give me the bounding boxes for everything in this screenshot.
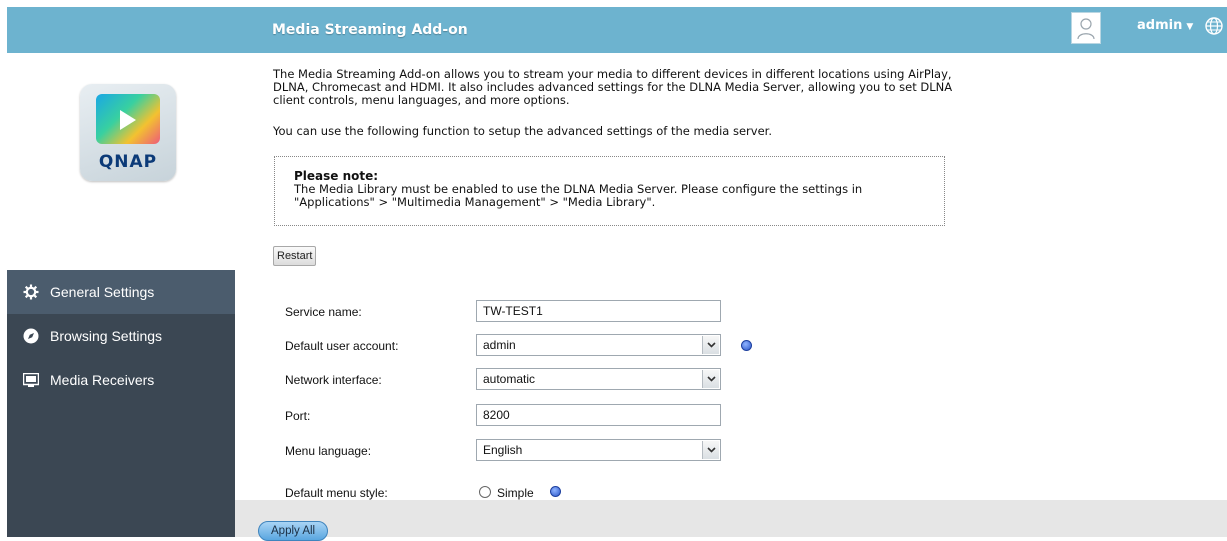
intro-setup-text: You can use the following function to se… [273, 124, 772, 138]
port-input[interactable]: 8200 [476, 404, 721, 426]
service-name-input[interactable]: TW-TEST1 [476, 300, 721, 322]
default-user-account-label: Default user account: [285, 339, 399, 353]
gear-icon [22, 283, 40, 301]
sidebar-item-browsing-settings[interactable]: Browsing Settings [7, 314, 235, 358]
app-logo: QNAP [80, 84, 176, 181]
chevron-down-icon[interactable] [702, 370, 719, 388]
network-interface-label: Network interface: [285, 373, 382, 387]
service-name-label: Service name: [285, 305, 362, 319]
note-box: Please note: The Media Library must be e… [274, 156, 945, 226]
general-settings-form: Service name: TW-TEST1 Default user acco… [235, 270, 1227, 500]
info-icon[interactable] [550, 486, 561, 497]
restart-button[interactable]: Restart [273, 246, 317, 266]
logo-brand-text: QNAP [98, 152, 158, 172]
menu-language-select[interactable]: English [476, 439, 721, 461]
default-user-account-select[interactable]: admin [476, 334, 721, 356]
apply-all-button[interactable]: Apply All [258, 521, 329, 541]
top-bar: Media Streaming Add-on admin ▼ [7, 7, 1227, 53]
network-interface-select[interactable]: automatic [476, 368, 721, 390]
chevron-down-icon[interactable] [702, 336, 719, 354]
sidebar-item-media-receivers[interactable]: Media Receivers [7, 358, 235, 402]
intro-description: The Media Streaming Add-on allows you to… [273, 67, 953, 107]
page-title: Media Streaming Add-on [272, 22, 468, 38]
avatar[interactable] [1071, 12, 1101, 44]
caret-down-icon: ▼ [1186, 22, 1194, 32]
sidebar-item-label: Browsing Settings [50, 328, 163, 344]
compass-icon [22, 327, 40, 345]
default-user-account-value: admin [483, 338, 516, 352]
sidebar: General Settings Browsing Settings Media… [7, 270, 235, 537]
info-icon[interactable] [741, 340, 752, 351]
default-user-account-row: Default user account: admin [235, 334, 1227, 358]
simple-radio[interactable] [479, 486, 491, 498]
sidebar-item-label: General Settings [50, 284, 155, 300]
default-menu-style-label: Default menu style: [285, 486, 388, 500]
chevron-down-icon[interactable] [702, 441, 719, 459]
menu-language-label: Menu language: [285, 444, 372, 458]
network-interface-row: Network interface: automatic [235, 368, 1227, 392]
user-icon [1077, 18, 1095, 40]
network-interface-value: automatic [483, 372, 536, 386]
footer-bar: Apply All [235, 500, 1227, 541]
service-name-row: Service name: TW-TEST1 [235, 300, 1227, 324]
sidebar-item-general-settings[interactable]: General Settings [7, 270, 235, 314]
user-name: admin [1137, 18, 1183, 33]
globe-icon[interactable] [1204, 16, 1224, 36]
note-body: The Media Library must be enabled to use… [294, 182, 863, 209]
menu-language-row: Menu language: English [235, 439, 1227, 463]
port-label: Port: [285, 409, 311, 423]
port-row: Port: 8200 [235, 404, 1227, 428]
user-menu[interactable]: admin ▼ [1137, 18, 1193, 33]
sidebar-item-label: Media Receivers [50, 372, 155, 388]
play-icon [120, 110, 136, 130]
menu-language-value: English [483, 443, 523, 457]
simple-radio-label: Simple [497, 486, 534, 500]
monitor-icon [22, 371, 40, 389]
